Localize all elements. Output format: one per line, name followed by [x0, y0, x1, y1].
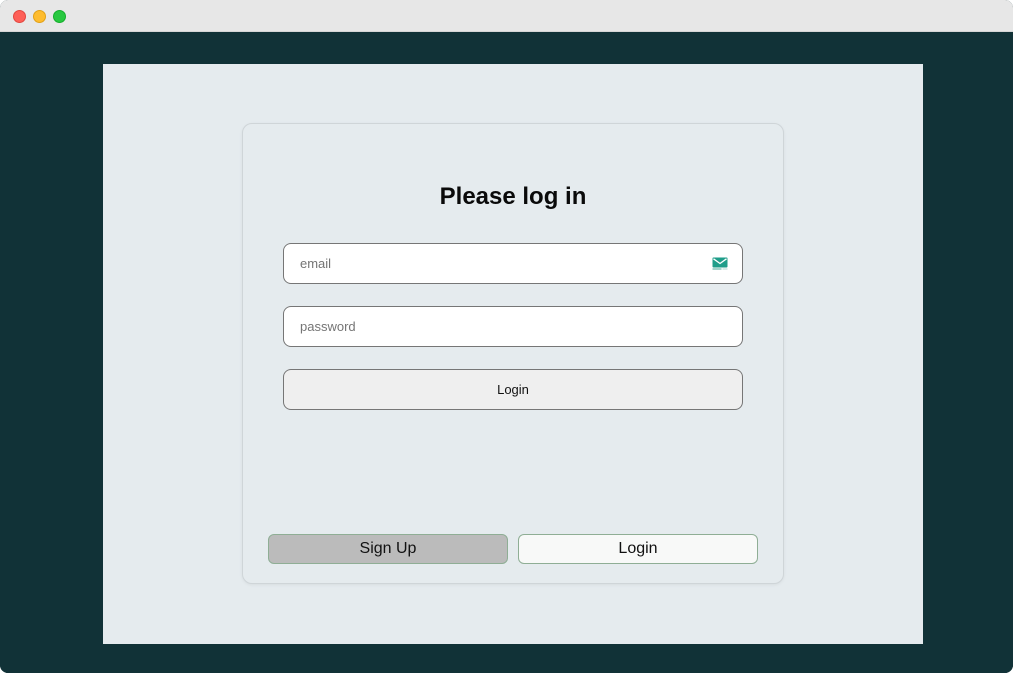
login-submit-button[interactable]: Login	[283, 369, 743, 410]
mail-icon	[712, 257, 728, 271]
window-close-button[interactable]	[13, 10, 26, 23]
signup-tab-button[interactable]: Sign Up	[268, 534, 508, 564]
window-content: Please log in Login	[0, 32, 1013, 673]
email-field	[283, 243, 743, 284]
window-maximize-button[interactable]	[53, 10, 66, 23]
login-title: Please log in	[439, 183, 587, 210]
password-input[interactable]	[284, 307, 742, 346]
login-tab-button[interactable]: Login	[518, 534, 758, 564]
login-card: Please log in Login	[242, 123, 784, 584]
email-input[interactable]	[284, 244, 742, 283]
app-window: Please log in Login	[0, 0, 1013, 673]
content-panel: Please log in Login	[103, 64, 923, 644]
window-minimize-button[interactable]	[33, 10, 46, 23]
title-bar	[0, 0, 1013, 32]
password-field	[283, 306, 743, 347]
